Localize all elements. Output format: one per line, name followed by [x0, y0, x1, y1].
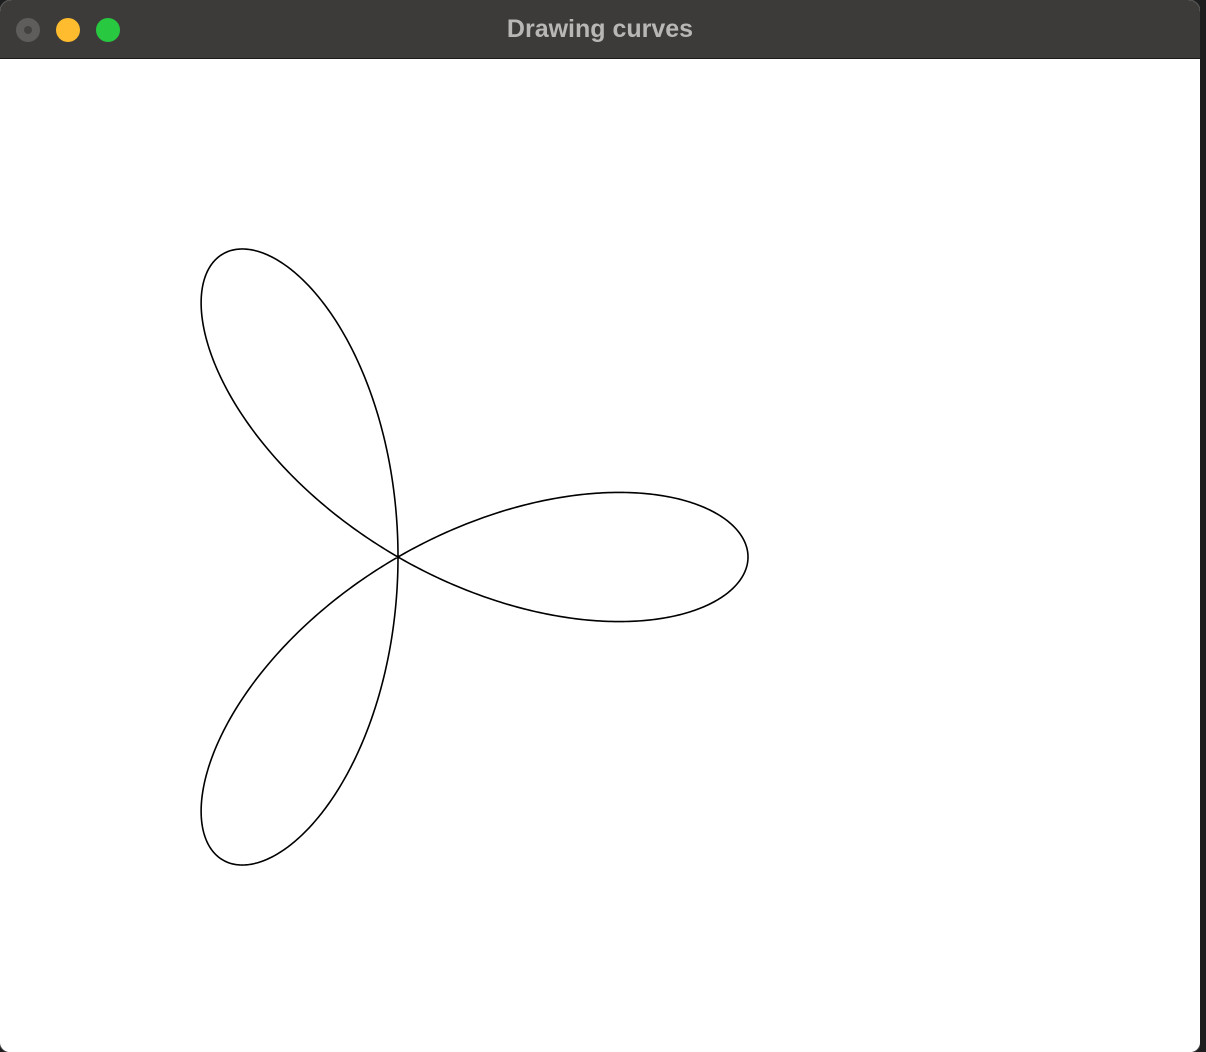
desktop-edge	[1200, 0, 1206, 1052]
drawing-canvas	[0, 59, 1200, 1052]
app-window: Drawing curves	[0, 0, 1200, 1052]
window-title: Drawing curves	[506, 15, 694, 43]
title-bar[interactable]: Drawing curves	[0, 0, 1200, 59]
curve-drawing	[200, 248, 749, 866]
rose-curve	[200, 248, 749, 866]
